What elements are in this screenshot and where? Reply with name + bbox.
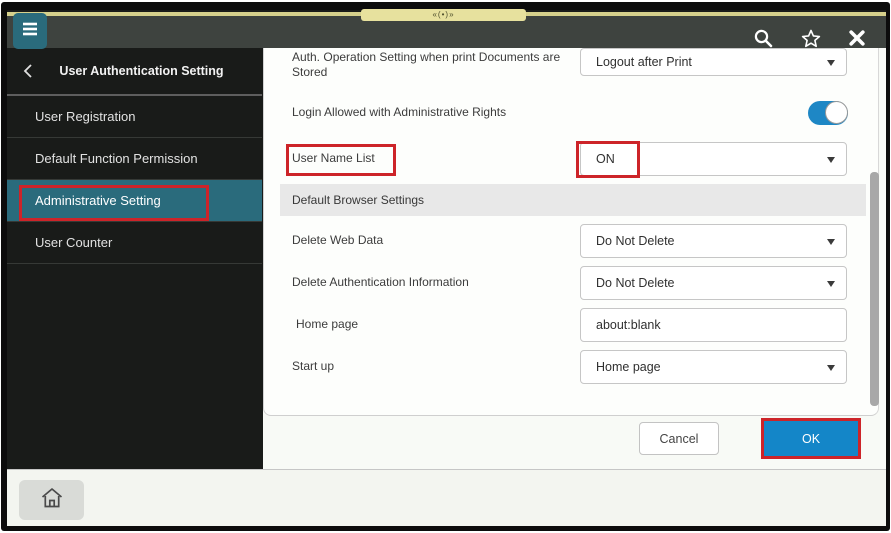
annotation-box-administrative-setting — [19, 185, 209, 221]
settings-scroll-panel: Auth. Operation Setting when print Docum… — [263, 48, 879, 416]
sidebar-item-user-counter[interactable]: User Counter — [7, 222, 262, 264]
sidebar-item-label: User Counter — [35, 235, 113, 250]
annotation-box-user-name-list — [286, 144, 396, 176]
dropdown-value: Do Not Delete — [596, 234, 675, 248]
input-value: about:blank — [596, 318, 661, 332]
device-bezel-frame: «(•)» User Authentication Setting User R… — [1, 2, 890, 531]
close-icon[interactable] — [846, 28, 868, 48]
delete-authentication-information-label: Delete Authentication Information — [292, 275, 469, 289]
sidebar-item-label: Default Function Permission — [35, 151, 198, 166]
annotation-box-ok-button: OK — [761, 418, 861, 459]
sidebar: User Authentication Setting User Registr… — [7, 48, 262, 469]
toggle-thumb — [825, 101, 848, 124]
login-allowed-admin-rights-label: Login Allowed with Administrative Rights — [292, 105, 507, 119]
dropdown-value: Home page — [596, 360, 661, 374]
device-top-indicator: «(•)» — [361, 9, 526, 21]
annotation-box-on-value — [576, 141, 640, 178]
favorite-star-icon[interactable] — [800, 28, 822, 48]
scrollbar-thumb[interactable] — [870, 172, 879, 406]
home-button[interactable] — [19, 480, 84, 520]
auth-operation-setting-label: Auth. Operation Setting when print Docum… — [292, 50, 561, 79]
sidebar-header[interactable]: User Authentication Setting — [7, 48, 262, 96]
dropdown-value: Do Not Delete — [596, 276, 675, 290]
touchscreen: «(•)» User Authentication Setting User R… — [7, 9, 886, 526]
sidebar-title: User Authentication Setting — [59, 64, 224, 78]
auth-operation-setting-dropdown[interactable]: Logout after Print — [580, 48, 847, 76]
hamburger-menu-button[interactable] — [13, 13, 47, 49]
login-allowed-admin-rights-toggle[interactable] — [808, 101, 848, 125]
sidebar-item-administrative-setting[interactable]: Administrative Setting — [7, 180, 262, 222]
delete-authentication-information-dropdown[interactable]: Do Not Delete — [580, 266, 847, 300]
chevron-down-icon — [827, 239, 835, 245]
delete-web-data-dropdown[interactable]: Do Not Delete — [580, 224, 847, 258]
section-label: Default Browser Settings — [292, 193, 425, 207]
search-icon[interactable] — [752, 28, 774, 48]
hamburger-icon — [20, 20, 40, 43]
sidebar-item-default-function-permission[interactable]: Default Function Permission — [7, 138, 262, 180]
delete-web-data-label: Delete Web Data — [292, 233, 384, 247]
default-browser-settings-section: Default Browser Settings — [280, 184, 866, 216]
back-chevron-icon[interactable] — [23, 63, 33, 84]
sidebar-item-user-registration[interactable]: User Registration — [7, 96, 262, 138]
start-up-dropdown[interactable]: Home page — [580, 350, 847, 384]
home-page-input[interactable]: about:blank — [580, 308, 847, 342]
settings-content: Auth. Operation Setting when print Docum… — [263, 48, 886, 469]
sidebar-item-label: User Registration — [35, 109, 136, 124]
footer-bar — [7, 469, 886, 526]
chevron-down-icon — [827, 157, 835, 163]
screenshot-root: «(•)» User Authentication Setting User R… — [0, 0, 891, 533]
dropdown-value: Logout after Print — [596, 55, 692, 69]
chevron-down-icon — [827, 281, 835, 287]
start-up-label: Start up — [292, 359, 335, 373]
chevron-down-icon — [827, 365, 835, 371]
chevron-down-icon — [827, 60, 835, 66]
home-icon — [39, 486, 65, 515]
ok-button[interactable]: OK — [764, 421, 858, 456]
home-page-label: Home page — [296, 317, 359, 331]
cancel-button[interactable]: Cancel — [639, 422, 719, 455]
